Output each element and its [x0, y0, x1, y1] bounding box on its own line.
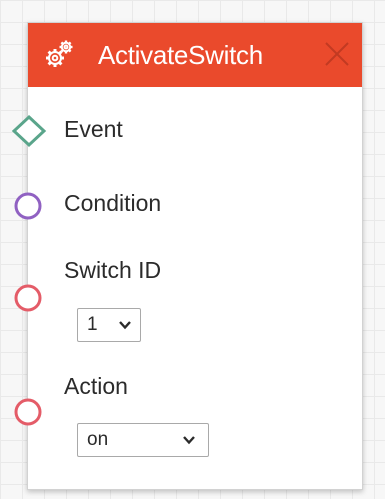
action-port-circle[interactable] [12, 396, 44, 428]
action-port-label: Action [64, 373, 128, 399]
gears-icon [46, 40, 73, 67]
switch-id-port-circle[interactable] [12, 282, 44, 314]
close-icon[interactable] [322, 39, 352, 69]
event-port-label: Event [64, 116, 123, 142]
condition-port-circle[interactable] [12, 190, 44, 222]
switch-id-select-value: 1 [87, 314, 98, 335]
action-select-value: on [87, 429, 109, 450]
condition-port-label: Condition [64, 190, 162, 216]
switch-id-select[interactable]: 1 [77, 308, 141, 342]
action-select[interactable]: on [77, 423, 209, 457]
node-header[interactable]: ActivateSwitch [28, 23, 362, 87]
event-port-diamond[interactable] [9, 114, 49, 148]
switch-id-port-label: Switch ID [64, 257, 162, 283]
node-title: ActivateSwitch [98, 40, 263, 70]
chevron-down-icon [183, 436, 195, 445]
chevron-down-icon [119, 321, 131, 330]
